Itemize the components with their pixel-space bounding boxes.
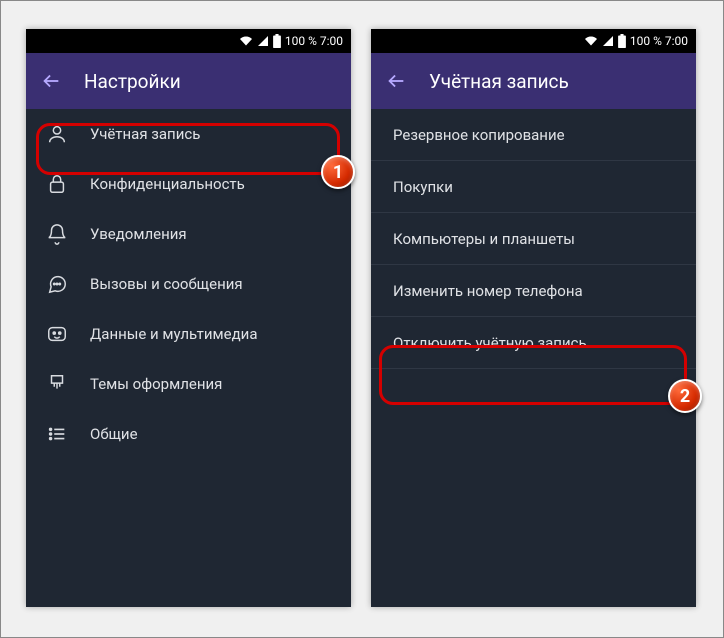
phone-account-screen: 100 % 7:00 Учётная запись Резервное копи… (371, 29, 696, 607)
account-list: Резервное копирование Покупки Компьютеры… (371, 109, 696, 607)
battery-icon (273, 34, 281, 48)
list-item-label: Покупки (393, 178, 453, 196)
status-bar: 100 % 7:00 (371, 29, 696, 53)
settings-list: Учётная запись Конфиденциальность Уведом… (26, 109, 351, 607)
settings-item-data-media[interactable]: Данные и мультимедиа (26, 309, 351, 359)
account-item-purchases[interactable]: Покупки (371, 161, 696, 213)
page-title: Учётная запись (429, 70, 569, 93)
battery-icon (618, 34, 626, 48)
signal-icon (257, 35, 269, 47)
list-item-label: Изменить номер телефона (393, 282, 583, 300)
bell-icon (46, 223, 68, 245)
wifi-icon (584, 35, 598, 47)
settings-item-calls-messages[interactable]: Вызовы и сообщения (26, 259, 351, 309)
account-item-change-number[interactable]: Изменить номер телефона (371, 265, 696, 317)
list-item-label: Учётная запись (90, 125, 200, 143)
list-item-label: Темы оформления (90, 375, 222, 393)
wifi-icon (239, 35, 253, 47)
settings-item-themes[interactable]: Темы оформления (26, 359, 351, 409)
status-text: 100 % 7:00 (285, 34, 343, 48)
status-bar: 100 % 7:00 (26, 29, 351, 53)
header-bar: Учётная запись (371, 53, 696, 109)
account-item-devices[interactable]: Компьютеры и планшеты (371, 213, 696, 265)
account-item-deactivate[interactable]: Отключить учётную запись (371, 317, 696, 369)
account-item-backup[interactable]: Резервное копирование (371, 109, 696, 161)
annotation-badge-2: 2 (668, 379, 702, 413)
lock-icon (46, 173, 68, 195)
media-icon (46, 323, 68, 345)
phone-settings-screen: 100 % 7:00 Настройки Учётная запись Конф… (26, 29, 351, 607)
list-item-label: Общие (90, 425, 138, 443)
settings-item-account[interactable]: Учётная запись (26, 109, 351, 159)
brush-icon (46, 373, 68, 395)
list-item-label: Вызовы и сообщения (90, 275, 243, 293)
list-item-label: Конфиденциальность (90, 175, 245, 193)
list-item-label: Данные и мультимедиа (90, 325, 257, 343)
list-item-label: Отключить учётную запись (393, 334, 587, 352)
list-item-label: Компьютеры и планшеты (393, 230, 575, 248)
status-text: 100 % 7:00 (630, 34, 688, 48)
annotation-badge-1: 1 (321, 155, 355, 189)
list-icon (46, 423, 68, 445)
chat-icon (46, 273, 68, 295)
back-icon[interactable] (385, 70, 407, 92)
header-bar: Настройки (26, 53, 351, 109)
settings-item-privacy[interactable]: Конфиденциальность (26, 159, 351, 209)
signal-icon (602, 35, 614, 47)
list-item-label: Уведомления (90, 225, 187, 243)
settings-item-general[interactable]: Общие (26, 409, 351, 459)
settings-item-notifications[interactable]: Уведомления (26, 209, 351, 259)
account-icon (46, 123, 68, 145)
list-item-label: Резервное копирование (393, 126, 565, 144)
page-title: Настройки (84, 70, 181, 93)
back-icon[interactable] (40, 70, 62, 92)
